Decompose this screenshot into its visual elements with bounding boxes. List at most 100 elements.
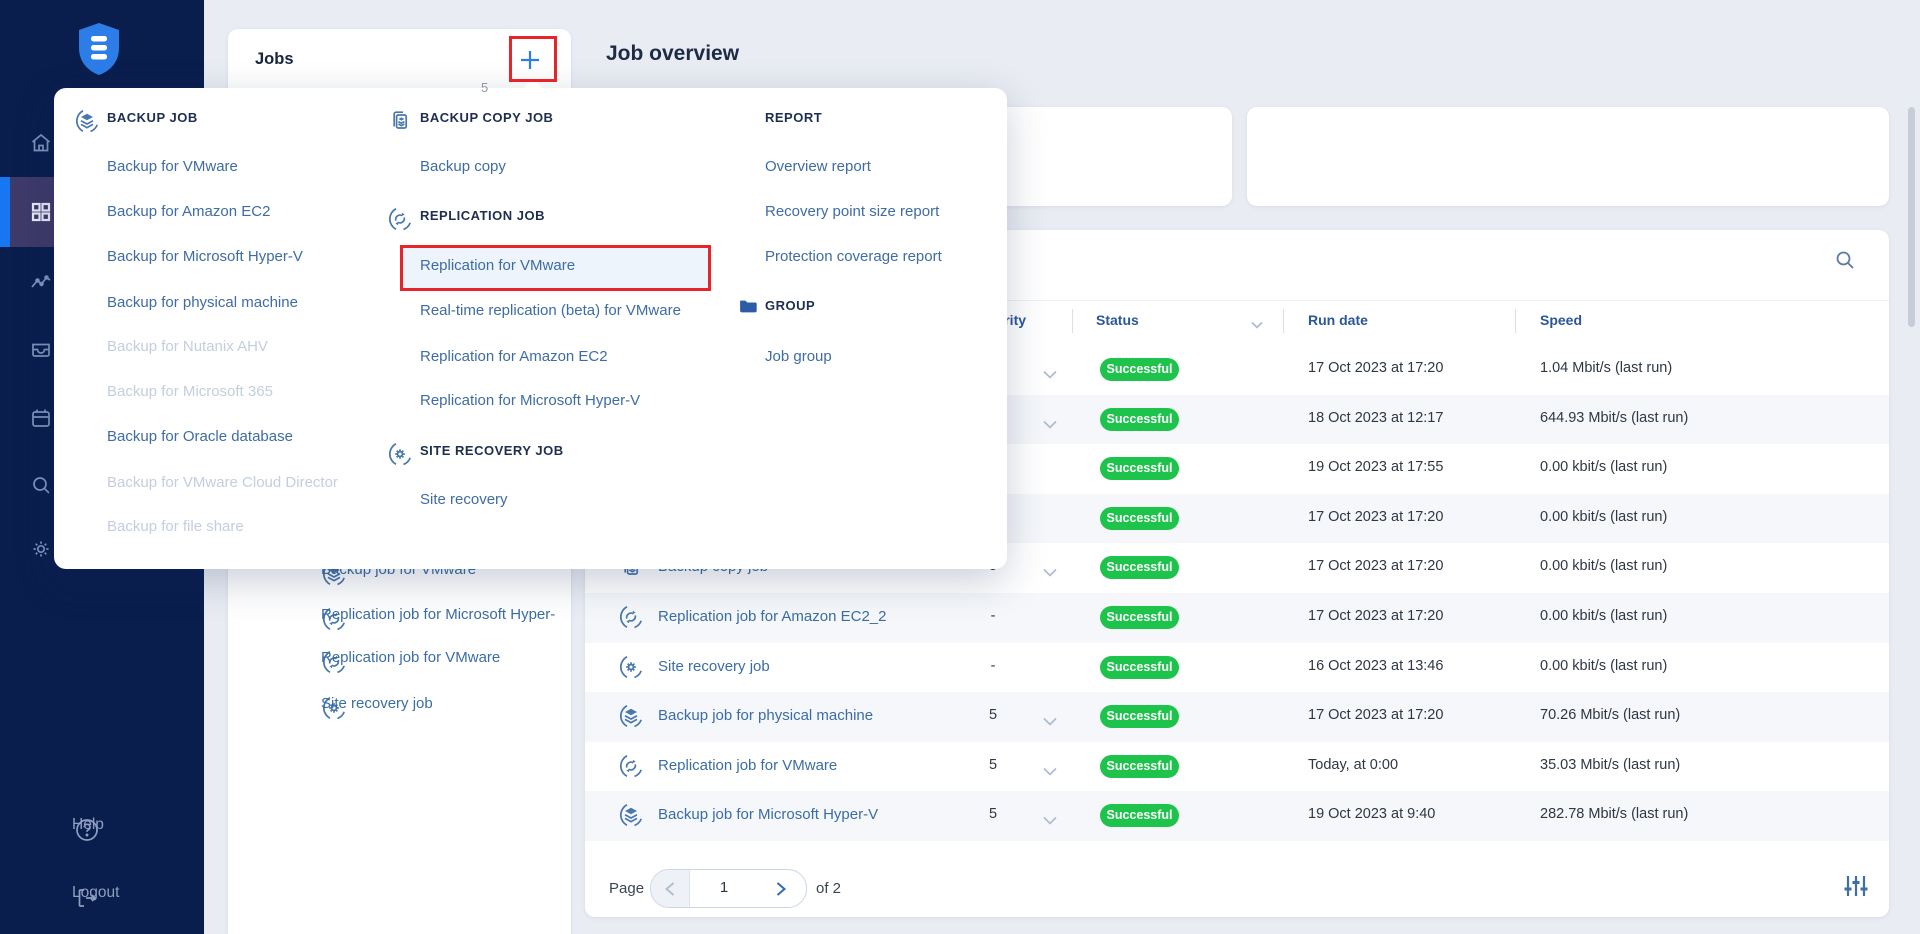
run-speed: 282.78 Mbit/s (last run) (1540, 806, 1689, 823)
column-header-speed[interactable]: Speed (1540, 312, 1582, 328)
pagination-control: 1 (650, 869, 807, 908)
job-priority: 5 (988, 756, 998, 773)
column-divider (1283, 309, 1284, 333)
menu-item-replication-amazon-ec2[interactable]: Replication for Amazon EC2 (420, 348, 608, 368)
run-speed: 0.00 kbit/s (last run) (1540, 657, 1668, 674)
job-priority: 5 (988, 707, 998, 724)
row-expand-chevron[interactable] (1043, 416, 1057, 434)
row-expand-chevron[interactable] (1043, 713, 1057, 731)
table-row[interactable]: Replication job for Amazon EC2_2 - Succe… (585, 592, 1889, 643)
row-expand-chevron[interactable] (1043, 812, 1057, 830)
jobs-tree-item-label: Replication job for Microsoft Hyper- (321, 606, 556, 623)
table-footer: Page 1 of 2 (585, 864, 1889, 917)
menu-item-backup-physical[interactable]: Backup for physical machine (107, 294, 298, 314)
menu-section-header: REPLICATION JOB (420, 208, 545, 223)
page-label: Page (609, 880, 645, 897)
jobs-tree-item-label: Site recovery job (321, 695, 433, 712)
job-name-link[interactable]: Backup job for Microsoft Hyper-V (658, 806, 878, 823)
table-settings-sliders-icon[interactable] (1842, 872, 1872, 902)
menu-item-backup-file-share: Backup for file share (107, 518, 244, 535)
logout-label: Logout (72, 884, 120, 901)
menu-item-backup-m365: Backup for Microsoft 365 (107, 383, 273, 400)
page-title: Job overview (606, 42, 740, 65)
menu-item-backup-vmware[interactable]: Backup for VMware (107, 158, 238, 178)
menu-item-backup-copy[interactable]: Backup copy (420, 158, 506, 178)
status-badge: Successful (1100, 556, 1179, 580)
sidebar-item-logout[interactable]: Logout (0, 871, 204, 911)
overview-stats-card: 0 Issues 12 Jobs 0 Running ... More (1247, 107, 1889, 284)
run-speed: 70.26 Mbit/s (last run) (1540, 707, 1681, 724)
window-scrollbar-thumb[interactable] (1908, 107, 1915, 327)
app-logo-shield-icon (76, 22, 122, 81)
run-speed: 0.00 kbit/s (last run) (1540, 508, 1668, 525)
run-date: 17 Oct 2023 at 17:20 (1308, 508, 1444, 525)
menu-item-site-recovery[interactable]: Site recovery (420, 491, 508, 511)
status-badge: Successful (1100, 804, 1179, 828)
status-badge: Successful (1100, 506, 1179, 530)
row-expand-chevron[interactable] (1043, 763, 1057, 781)
menu-item-replication-hyper-v[interactable]: Replication for Microsoft Hyper-V (420, 392, 640, 412)
menu-item-recovery-point-size-report[interactable]: Recovery point size report (765, 203, 939, 223)
help-label: Help (72, 816, 104, 833)
column-header-status[interactable]: Status (1096, 312, 1139, 328)
peek-text: 5 (481, 80, 489, 95)
menu-section-header: GROUP (765, 298, 816, 313)
row-expand-chevron[interactable] (1043, 564, 1057, 582)
job-name-link[interactable]: Backup job for physical machine (658, 707, 873, 724)
menu-item-backup-oracle[interactable]: Backup for Oracle database (107, 428, 293, 448)
page-number-input[interactable]: 1 (689, 879, 759, 896)
row-expand-chevron[interactable] (1043, 366, 1057, 384)
site-recovery-job-icon (387, 441, 413, 472)
run-date: 17 Oct 2023 at 17:20 (1308, 607, 1444, 624)
column-divider (1515, 309, 1516, 333)
menu-section-header: REPORT (765, 110, 823, 125)
job-priority: - (990, 607, 996, 624)
menu-section-header: SITE RECOVERY JOB (420, 443, 564, 458)
run-speed: 0.00 kbit/s (last run) (1540, 459, 1668, 476)
menu-item-overview-report[interactable]: Overview report (765, 158, 871, 178)
run-date: 17 Oct 2023 at 17:20 (1308, 558, 1444, 575)
status-badge: Successful (1100, 358, 1179, 381)
run-speed: 644.93 Mbit/s (last run) (1540, 409, 1689, 426)
table-row[interactable]: Replication job for VMware 5 Successful … (585, 741, 1889, 792)
status-badge: Successful (1100, 655, 1179, 679)
job-priority: - (990, 657, 996, 674)
menu-item-job-group[interactable]: Job group (765, 348, 832, 368)
backup-job-icon (74, 108, 100, 139)
site-recovery-job-icon (618, 654, 644, 685)
menu-item-backup-nutanix: Backup for Nutanix AHV (107, 338, 268, 355)
run-date: 17 Oct 2023 at 17:20 (1308, 707, 1444, 724)
next-page-button[interactable] (764, 870, 798, 907)
run-date: 17 Oct 2023 at 17:20 (1308, 360, 1444, 376)
menu-item-backup-vcd: Backup for VMware Cloud Director (107, 474, 338, 491)
job-name-link[interactable]: Site recovery job (658, 658, 770, 675)
backup-copy-job-icon (387, 108, 413, 139)
menu-item-backup-amazon-ec2[interactable]: Backup for Amazon EC2 (107, 203, 270, 223)
previous-page-button[interactable] (651, 870, 690, 907)
table-row[interactable]: Site recovery job - Successful 16 Oct 20… (585, 642, 1889, 693)
job-name-link[interactable]: Replication job for Amazon EC2_2 (658, 608, 886, 625)
search-icon (1833, 251, 1857, 276)
column-header-run-date[interactable]: Run date (1308, 312, 1368, 328)
run-speed: 0.00 kbit/s (last run) (1540, 607, 1668, 624)
menu-section-header: BACKUP COPY JOB (420, 110, 554, 125)
table-row[interactable]: Backup job for Microsoft Hyper-V 5 Succe… (585, 791, 1889, 841)
table-row[interactable]: Backup job for physical machine 5 Succes… (585, 692, 1889, 742)
run-date: Today, at 0:00 (1308, 756, 1399, 773)
status-badge: Successful (1100, 457, 1179, 481)
new-job-dropdown-menu: BACKUP JOB Backup for VMware Backup for … (54, 79, 1007, 569)
menu-item-backup-hyper-v[interactable]: Backup for Microsoft Hyper-V (107, 248, 303, 268)
menu-item-realtime-replication-vmware[interactable]: Real-time replication (beta) for VMware (420, 302, 681, 322)
menu-item-protection-coverage-report[interactable]: Protection coverage report (765, 248, 942, 268)
jobs-panel-title: Jobs (255, 50, 294, 68)
run-speed: 35.03 Mbit/s (last run) (1540, 756, 1681, 773)
job-name-link[interactable]: Replication job for VMware (658, 757, 837, 774)
status-sort-chevron-icon[interactable] (1251, 316, 1263, 334)
table-search-button[interactable] (1833, 248, 1865, 280)
jobs-tree-item-label: Replication job for VMware (321, 649, 501, 666)
sidebar-item-help[interactable]: Help (0, 803, 204, 843)
status-badge: Successful (1100, 754, 1179, 778)
status-badge: Successful (1100, 705, 1179, 729)
annotation-box-add-button (509, 36, 557, 82)
run-date: 18 Oct 2023 at 12:17 (1308, 409, 1444, 426)
